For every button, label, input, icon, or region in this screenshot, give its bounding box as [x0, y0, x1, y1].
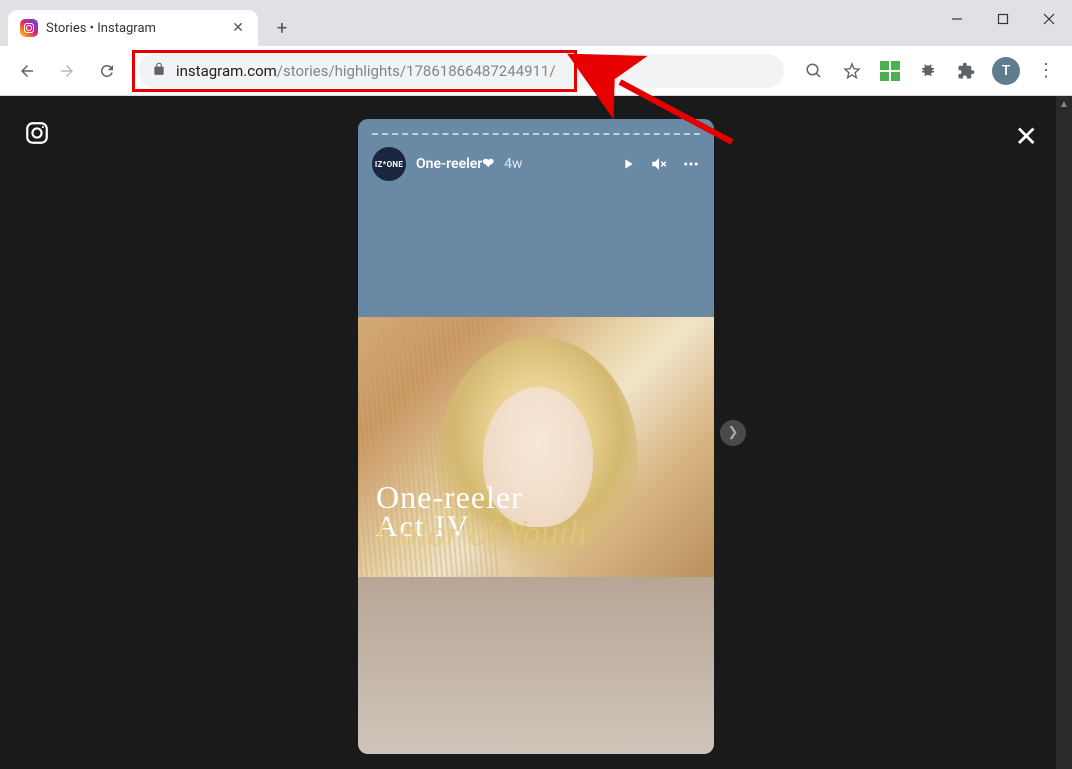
scrollbar[interactable]: ▲ [1056, 96, 1072, 769]
profile-avatar-button[interactable]: T [992, 57, 1020, 85]
extensions-icon[interactable] [950, 55, 982, 87]
window-controls [934, 0, 1072, 38]
close-story-button[interactable]: ✕ [1015, 120, 1038, 153]
tab-title: Stories • Instagram [46, 21, 222, 36]
instagram-favicon [20, 19, 38, 37]
story-controls [620, 155, 700, 173]
extension-green-icon[interactable] [874, 55, 906, 87]
url-text: instagram.com/stories/highlights/1786186… [176, 62, 556, 80]
bookmark-star-icon[interactable] [836, 55, 868, 87]
story-progress-bar [372, 133, 700, 135]
instagram-logo-icon[interactable] [24, 120, 50, 146]
story-avatar[interactable]: IZ*ONE [372, 147, 406, 181]
browser-toolbar: instagram.com/stories/highlights/1786186… [0, 46, 1072, 96]
zoom-icon[interactable] [798, 55, 830, 87]
page-viewport: ✕ ▲ IZ*ONE One-reeler❤ 4w One-reeler Act… [0, 96, 1072, 769]
story-header: IZ*ONE One-reeler❤ 4w [372, 147, 700, 181]
url-path: /stories/highlights/17861866487244911/ [277, 62, 556, 80]
mute-icon[interactable] [650, 155, 668, 173]
forward-button[interactable] [50, 54, 84, 88]
extension-bug-icon[interactable] [912, 55, 944, 87]
browser-menu-button[interactable]: ⋮ [1030, 60, 1062, 81]
story-card[interactable]: IZ*ONE One-reeler❤ 4w One-reeler Act IV … [358, 119, 714, 754]
story-username[interactable]: One-reeler❤ [416, 156, 494, 172]
reload-button[interactable] [90, 54, 124, 88]
story-timestamp: 4w [504, 156, 522, 172]
more-icon[interactable] [682, 155, 700, 173]
new-tab-button[interactable]: + [268, 14, 296, 42]
maximize-button[interactable] [980, 0, 1026, 38]
browser-tab[interactable]: Stories • Instagram ✕ [8, 10, 258, 46]
play-icon[interactable] [620, 156, 636, 172]
address-bar[interactable]: instagram.com/stories/highlights/1786186… [138, 54, 784, 88]
address-bar-container: instagram.com/stories/highlights/1786186… [138, 54, 784, 88]
back-button[interactable] [10, 54, 44, 88]
overlay-script-text: Color of Youth [376, 512, 696, 554]
lock-icon [152, 62, 166, 80]
minimize-button[interactable] [934, 0, 980, 38]
window-titlebar: Stories • Instagram ✕ + [0, 0, 1072, 46]
scroll-up-icon[interactable]: ▲ [1056, 96, 1072, 112]
close-window-button[interactable] [1026, 0, 1072, 38]
url-host: instagram.com [176, 62, 277, 80]
close-tab-icon[interactable]: ✕ [230, 20, 246, 36]
next-story-button[interactable]: ❯ [720, 420, 746, 446]
